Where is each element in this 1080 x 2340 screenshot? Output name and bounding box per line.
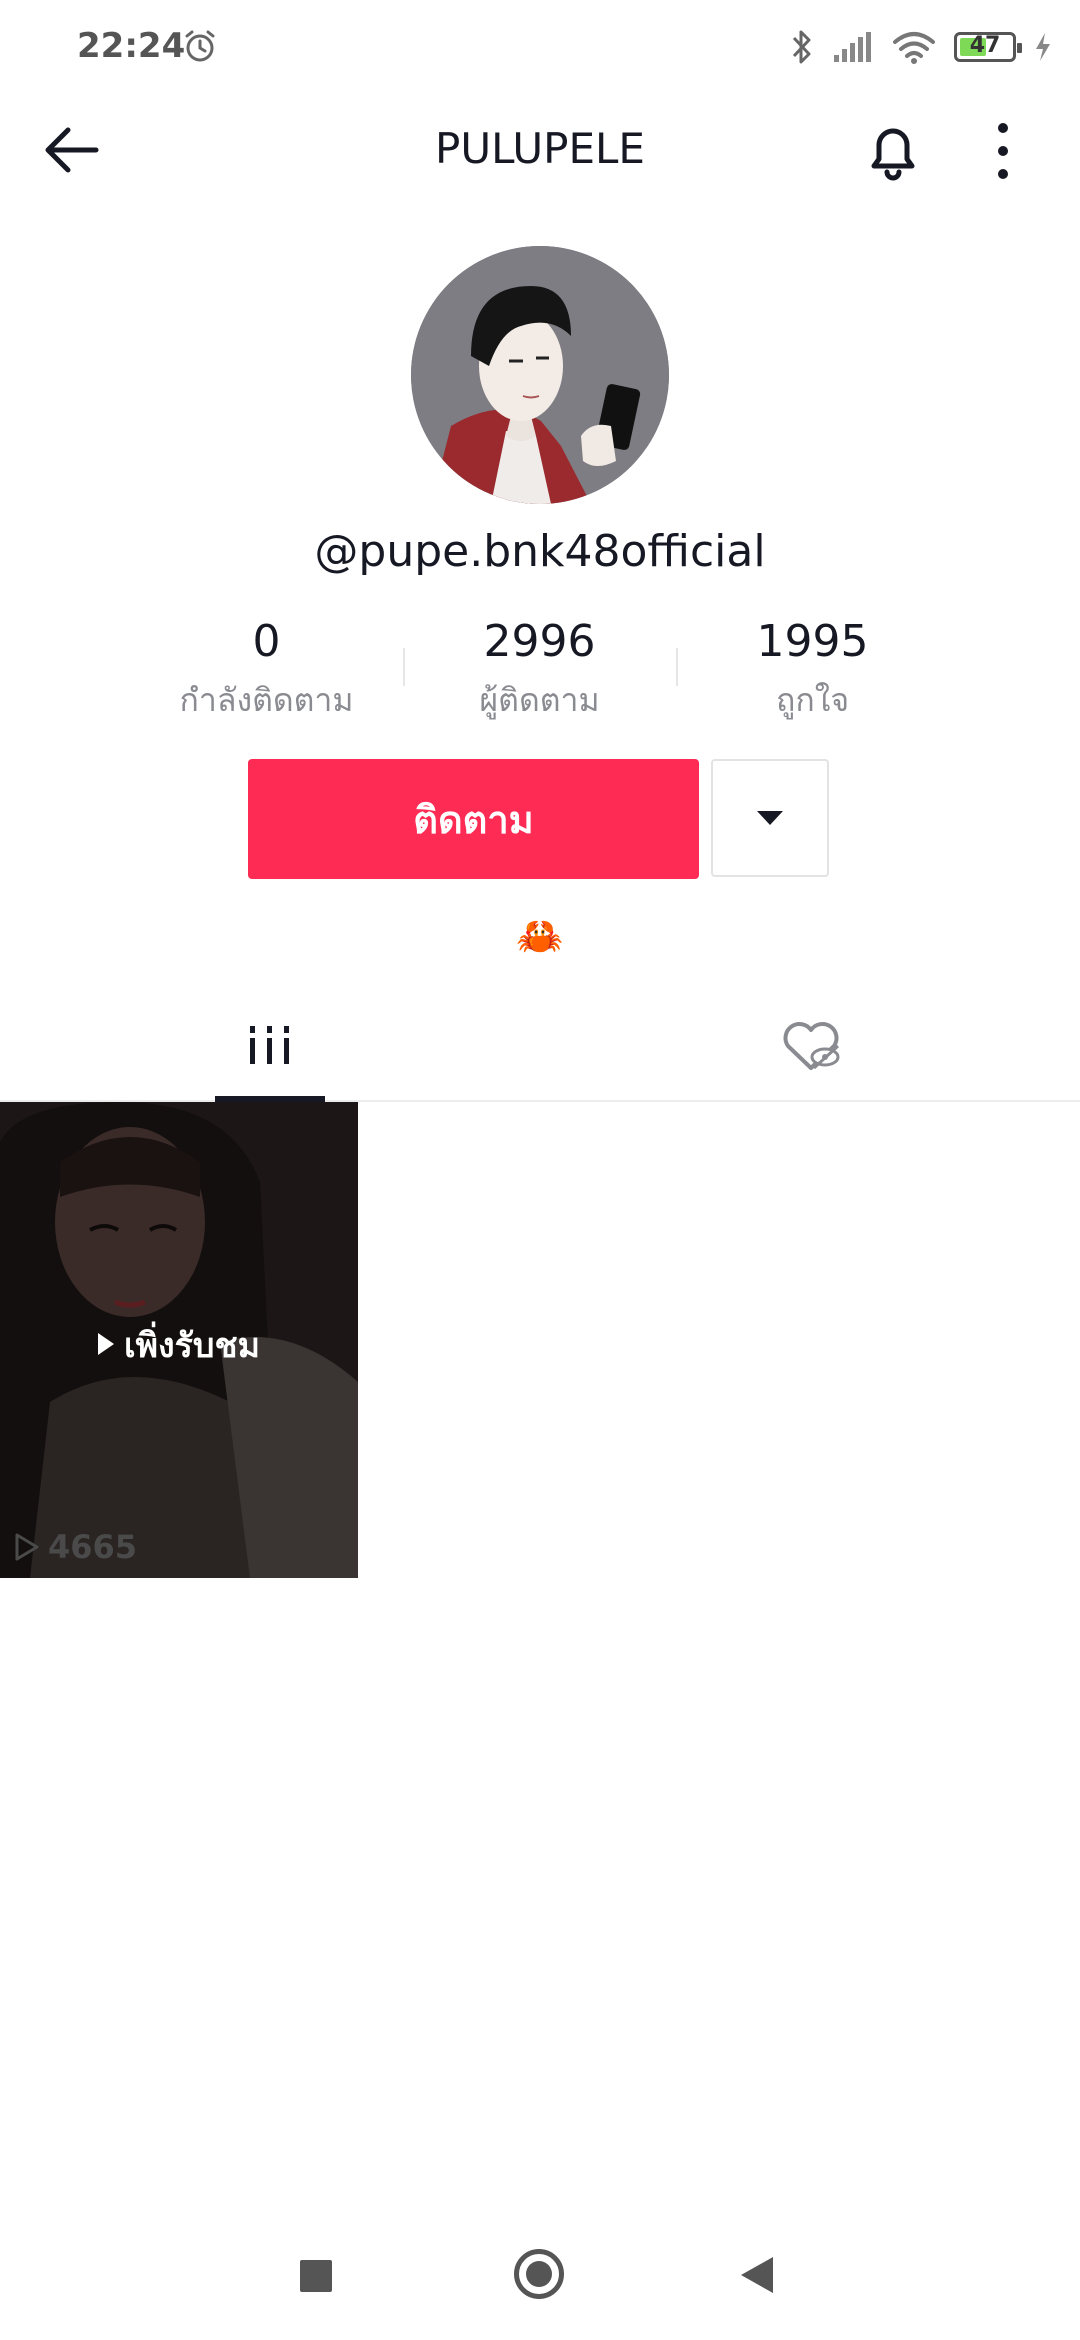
alarm-icon <box>185 30 215 62</box>
username: @pupe.bnk48official <box>314 526 766 577</box>
suggested-accounts-button[interactable] <box>711 759 829 877</box>
play-icon <box>98 1333 115 1355</box>
header: PULUPELE <box>0 100 1080 200</box>
signal-icon <box>834 32 871 62</box>
view-count: 4665 <box>14 1528 137 1566</box>
caret-down-icon <box>757 811 783 825</box>
tab-liked[interactable] <box>540 990 1080 1100</box>
more-vertical-icon[interactable] <box>985 118 1021 184</box>
battery-icon: 47 <box>954 32 1022 62</box>
recents-icon[interactable] <box>300 2260 332 2292</box>
stat-followers[interactable]: 2996 ผู้ติดตาม <box>403 612 676 728</box>
home-icon-inner <box>526 2261 552 2287</box>
video-label-text: เพิ่งรับชม <box>124 1326 260 1366</box>
stat-following-label: กำลังติดตาม <box>179 681 354 719</box>
profile-stats: 0 กำลังติดตาม 2996 ผู้ติดตาม 1995 ถูกใจ <box>130 612 950 732</box>
follow-button[interactable]: ติดตาม <box>248 759 699 879</box>
back-icon[interactable] <box>741 2257 773 2293</box>
wifi-icon <box>893 32 935 64</box>
status-time: 22:24 <box>77 26 186 66</box>
status-bar: 22:24 47 <box>0 0 1080 100</box>
grid-icon <box>250 1026 289 1064</box>
liked-hidden-icon <box>783 1022 840 1070</box>
play-outline-icon <box>15 1533 39 1561</box>
avatar[interactable] <box>411 246 669 504</box>
home-icon[interactable] <box>514 2249 564 2299</box>
battery-cap <box>1017 43 1022 53</box>
charging-icon <box>1036 33 1050 61</box>
stat-likes-label: ถูกใจ <box>775 681 850 719</box>
stat-likes-value: 1995 <box>756 616 869 667</box>
view-count-value: 4665 <box>48 1528 138 1566</box>
status-icons: 47 <box>790 28 1052 66</box>
profile-tabs <box>0 990 1080 1102</box>
avatar-illustration <box>411 246 669 504</box>
stat-following-value: 0 <box>252 616 281 667</box>
system-nav-bar <box>0 2220 1080 2340</box>
video-thumbnail[interactable]: เพิ่งรับชม 4665 <box>0 1102 358 1578</box>
stat-following[interactable]: 0 กำลังติดตาม <box>130 612 403 728</box>
tab-videos[interactable] <box>0 990 540 1102</box>
bell-icon[interactable] <box>860 118 926 184</box>
bluetooth-icon <box>792 30 811 64</box>
video-label: เพิ่งรับชม <box>0 1318 358 1372</box>
bio: 🦀 <box>516 914 564 958</box>
stat-followers-value: 2996 <box>483 616 596 667</box>
battery-level: 47 <box>969 33 1001 58</box>
stat-likes[interactable]: 1995 ถูกใจ <box>676 612 949 728</box>
stat-followers-label: ผู้ติดตาม <box>479 681 600 719</box>
